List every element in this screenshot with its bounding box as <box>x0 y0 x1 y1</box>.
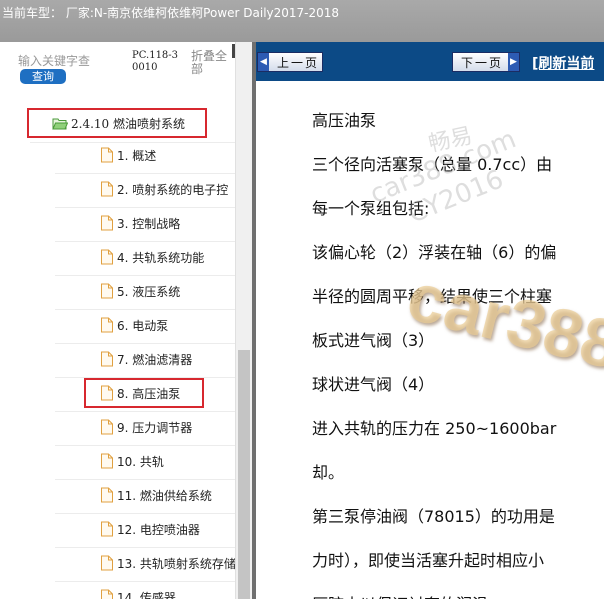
document-paragraph: 却。 <box>312 463 345 482</box>
scrollbar-thumb[interactable] <box>238 350 250 599</box>
tree-row-line <box>55 343 235 344</box>
tree-item-label: 7. 燃油滤清器 <box>117 352 193 367</box>
tree-row-line <box>55 411 235 412</box>
tree-item-label: 1. 概述 <box>117 148 157 163</box>
tree-row-line <box>55 207 235 208</box>
tree-item-label: 13. 共轨喷射系统存储 <box>117 556 236 571</box>
tree-item-label: 6. 电动泵 <box>117 318 169 333</box>
arrow-left-icon: ◀ <box>258 53 269 71</box>
document-icon <box>101 555 113 571</box>
page-nav-bar: ◀ 上一页 下一页 ▶ [刷新当前 <box>256 42 604 81</box>
tree-row-line <box>55 581 235 582</box>
tree-row-line <box>30 142 235 143</box>
tree-item-label: 11. 燃油供给系统 <box>117 488 212 503</box>
tree-item[interactable]: 2. 喷射系统的电子控 <box>100 179 228 199</box>
document-icon <box>101 419 113 435</box>
prev-page-button[interactable]: ◀ 上一页 <box>257 52 323 72</box>
arrow-right-icon: ▶ <box>508 53 519 71</box>
tree-item-label: 14. 传感器 <box>117 590 176 599</box>
tree-row-line <box>55 479 235 480</box>
model-code: PC.118-30010 <box>132 50 179 73</box>
document-content: 高压油泵三个径向活塞泵（总量 0.7cc）由 每一个泵组包括: 该偏心轮（2）浮装在… <box>256 81 604 599</box>
highlight-box <box>84 378 204 408</box>
document-paragraph: 该偏心轮（2）浮装在轴（6）的偏 <box>312 243 557 262</box>
search-button[interactable]: 查询 <box>20 69 66 84</box>
document-icon <box>101 317 113 333</box>
document-icon <box>101 453 113 469</box>
document-heading: 高压油泵 <box>312 111 377 130</box>
window-title: 当前车型： 厂家:N-南京依维柯依维柯Power Daily2017-2018 <box>2 6 340 20</box>
tree-item[interactable]: 14. 传感器 <box>100 587 176 599</box>
next-page-label: 下一页 <box>461 55 504 70</box>
document-icon <box>101 351 113 367</box>
highlight-box <box>27 108 207 138</box>
document-paragraph: 每一个泵组包括: <box>312 199 430 218</box>
tree-row-line <box>55 173 235 174</box>
tree-item-label: 9. 压力调节器 <box>117 420 193 435</box>
document-paragraph: 板式进气阀（3） <box>312 331 435 350</box>
document-icon <box>101 283 113 299</box>
tree-row-line <box>55 309 235 310</box>
document-paragraph: 力时），即使当活塞升起时相应小 <box>312 551 545 570</box>
tree-row-line <box>55 547 235 548</box>
document-icon <box>101 147 113 163</box>
tree-item-label: 2. 喷射系统的电子控 <box>117 182 229 197</box>
document-icon <box>101 249 113 265</box>
document-panel: ◀ 上一页 下一页 ▶ [刷新当前 高压油泵三个径向活塞泵（总量 0.7cc）由… <box>256 42 604 599</box>
document-icon <box>101 487 113 503</box>
tree-item-label: 12. 电控喷油器 <box>117 522 200 537</box>
search-input[interactable] <box>18 53 126 69</box>
document-paragraph: 三个径向活塞泵（总量 0.7cc）由 <box>312 155 553 174</box>
tree-item[interactable]: 3. 控制战略 <box>100 213 180 233</box>
tree-item[interactable]: 11. 燃油供给系统 <box>100 485 212 505</box>
next-page-button[interactable]: 下一页 ▶ <box>452 52 520 72</box>
tree-item[interactable]: 10. 共轨 <box>100 451 164 471</box>
tree-item-label: 3. 控制战略 <box>117 216 181 231</box>
tree-panel: 查询 PC.118-30010 折叠全部 2.4.10 燃油喷射系统1. 概述2… <box>0 42 252 599</box>
tree-item-label: 10. 共轨 <box>117 454 164 469</box>
document-paragraph: 第三泵停油阀（78015）的功用是 <box>312 507 555 526</box>
document-icon <box>101 521 113 537</box>
document-icon <box>101 589 113 599</box>
tree-item[interactable]: 4. 共轨系统功能 <box>100 247 204 267</box>
tree-item[interactable]: 9. 压力调节器 <box>100 417 192 437</box>
tree-item[interactable]: 6. 电动泵 <box>100 315 168 335</box>
document-icon <box>101 215 113 231</box>
tree-row-line <box>55 513 235 514</box>
title-bar: 当前车型： 厂家:N-南京依维柯依维柯Power Daily2017-2018 <box>0 0 604 42</box>
tree-item-label: 5. 液压系统 <box>117 284 181 299</box>
document-icon <box>101 181 113 197</box>
document-paragraph: 压腔内以保证衬套的润滑。 <box>312 591 504 599</box>
tree-item[interactable]: 13. 共轨喷射系统存储 <box>100 553 236 573</box>
tree-scrollbar[interactable] <box>235 42 252 599</box>
document-paragraph: 进入共轨的压力在 250~1600bar <box>312 419 557 438</box>
tree-item[interactable]: 5. 液压系统 <box>100 281 180 301</box>
search-bar: 查询 PC.118-30010 折叠全部 <box>0 42 252 88</box>
document-paragraph: 半径的圆周平移，结果使三个柱塞 <box>312 287 553 306</box>
tree-row-line <box>55 275 235 276</box>
collapse-all-button[interactable]: 折叠全部 <box>191 50 231 76</box>
refresh-link[interactable]: [刷新当前 <box>532 53 594 73</box>
tree-item[interactable]: 7. 燃油滤清器 <box>100 349 192 369</box>
tree-row-line <box>55 241 235 242</box>
tree-item[interactable]: 1. 概述 <box>100 145 156 165</box>
prev-page-label: 上一页 <box>277 55 320 70</box>
tree-item[interactable]: 12. 电控喷油器 <box>100 519 200 539</box>
document-paragraph: 球状进气阀（4） <box>312 375 435 394</box>
tree-item-label: 4. 共轨系统功能 <box>117 250 205 265</box>
tree-row-line <box>55 445 235 446</box>
